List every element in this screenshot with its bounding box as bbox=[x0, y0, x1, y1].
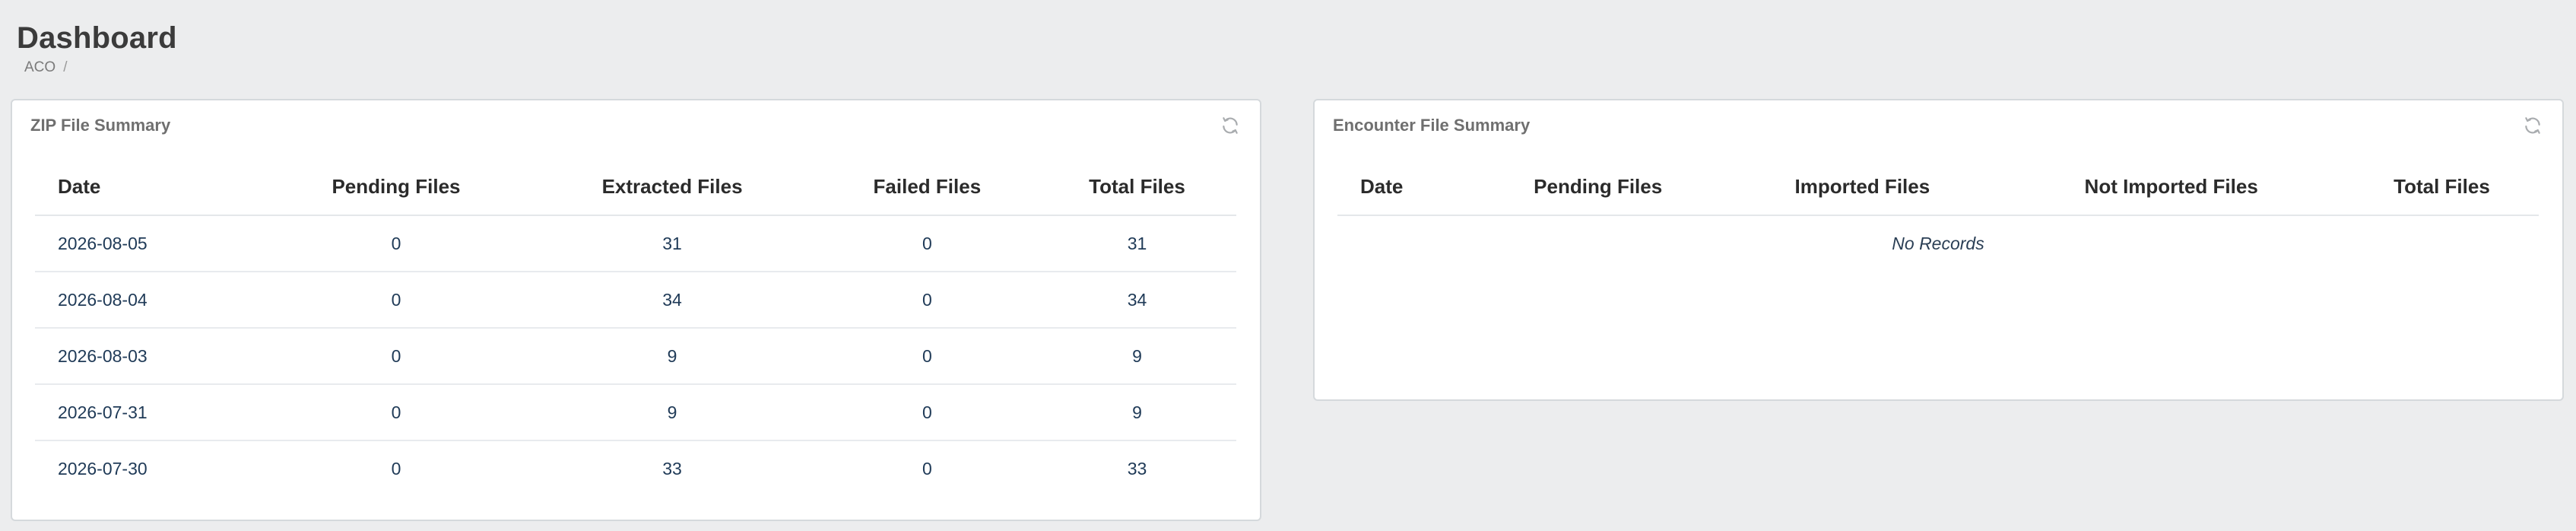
zip-file-summary-panel: ZIP File Summary Date Pending Files Extr… bbox=[11, 99, 1261, 521]
cell-extracted-files: 33 bbox=[662, 458, 682, 479]
cell-pending-files: 0 bbox=[264, 272, 528, 329]
cell-date: 2026-07-30 bbox=[58, 458, 148, 479]
cell-total-files: 31 bbox=[1038, 215, 1236, 272]
column-header-pending-files[interactable]: Pending Files bbox=[264, 158, 528, 216]
cell-failed-files: 0 bbox=[922, 458, 932, 479]
encounter-file-summary-panel: Encounter File Summary Date Pending File… bbox=[1313, 99, 2564, 401]
table-header-row: Date Pending Files Imported Files Not Im… bbox=[1337, 158, 2539, 216]
cell-extracted-files: 34 bbox=[528, 272, 817, 329]
cell-pending-files: 0 bbox=[264, 384, 528, 441]
breadcrumb-separator: / bbox=[63, 59, 68, 75]
column-header-not-imported-files[interactable]: Not Imported Files bbox=[1997, 158, 2345, 216]
breadcrumb-item-aco[interactable]: ACO bbox=[24, 59, 56, 76]
column-header-imported-files[interactable]: Imported Files bbox=[1727, 158, 1998, 216]
column-header-pending-files[interactable]: Pending Files bbox=[1469, 158, 1727, 216]
empty-row: No Records bbox=[1337, 215, 2539, 271]
cell-failed-files: 0 bbox=[816, 384, 1038, 441]
table-row: 2026-08-04 0 34 0 34 bbox=[35, 272, 1236, 329]
panel-title: ZIP File Summary bbox=[30, 116, 171, 135]
cell-pending-files: 0 bbox=[264, 328, 528, 385]
cell-total-files: 9 bbox=[1038, 328, 1236, 385]
table-row: 2026-07-30 0 33 0 33 bbox=[35, 440, 1236, 496]
column-header-total-files[interactable]: Total Files bbox=[1038, 158, 1236, 216]
cell-date: 2026-07-31 bbox=[35, 384, 265, 441]
page-header: Dashboard ACO / bbox=[17, 17, 177, 76]
cell-total-files: 33 bbox=[1127, 458, 1147, 479]
breadcrumb: ACO / bbox=[17, 59, 177, 76]
refresh-icon[interactable] bbox=[1220, 116, 1240, 135]
refresh-icon[interactable] bbox=[2523, 116, 2543, 135]
cell-date: 2026-08-03 bbox=[35, 328, 265, 385]
cell-failed-files: 0 bbox=[816, 328, 1038, 385]
cell-extracted-files: 9 bbox=[528, 328, 817, 385]
cell-extracted-files: 9 bbox=[528, 384, 817, 441]
cell-date: 2026-08-04 bbox=[35, 272, 265, 329]
table-header-row: Date Pending Files Extracted Files Faile… bbox=[35, 158, 1236, 216]
encounter-summary-table: Date Pending Files Imported Files Not Im… bbox=[1337, 158, 2539, 271]
column-header-date[interactable]: Date bbox=[35, 158, 265, 216]
cell-date: 2026-08-05 bbox=[35, 215, 265, 272]
no-records-message: No Records bbox=[1892, 233, 1984, 253]
cell-pending-files: 0 bbox=[391, 458, 401, 479]
cell-total-files: 34 bbox=[1038, 272, 1236, 329]
table-row: 2026-07-31 0 9 0 9 bbox=[35, 384, 1236, 441]
panel-title: Encounter File Summary bbox=[1333, 116, 1531, 135]
cell-failed-files: 0 bbox=[816, 272, 1038, 329]
table-row: 2026-08-05 0 31 0 31 bbox=[35, 215, 1236, 272]
column-header-failed-files[interactable]: Failed Files bbox=[816, 158, 1038, 216]
cell-extracted-files: 31 bbox=[528, 215, 817, 272]
zip-summary-table: Date Pending Files Extracted Files Faile… bbox=[35, 158, 1236, 496]
cell-pending-files: 0 bbox=[264, 215, 528, 272]
column-header-date[interactable]: Date bbox=[1337, 158, 1470, 216]
column-header-total-files[interactable]: Total Files bbox=[2344, 158, 2539, 216]
column-header-extracted-files[interactable]: Extracted Files bbox=[528, 158, 817, 216]
cell-failed-files: 0 bbox=[816, 215, 1038, 272]
cell-total-files: 9 bbox=[1038, 384, 1236, 441]
page-title: Dashboard bbox=[17, 21, 177, 55]
table-row: 2026-08-03 0 9 0 9 bbox=[35, 328, 1236, 385]
